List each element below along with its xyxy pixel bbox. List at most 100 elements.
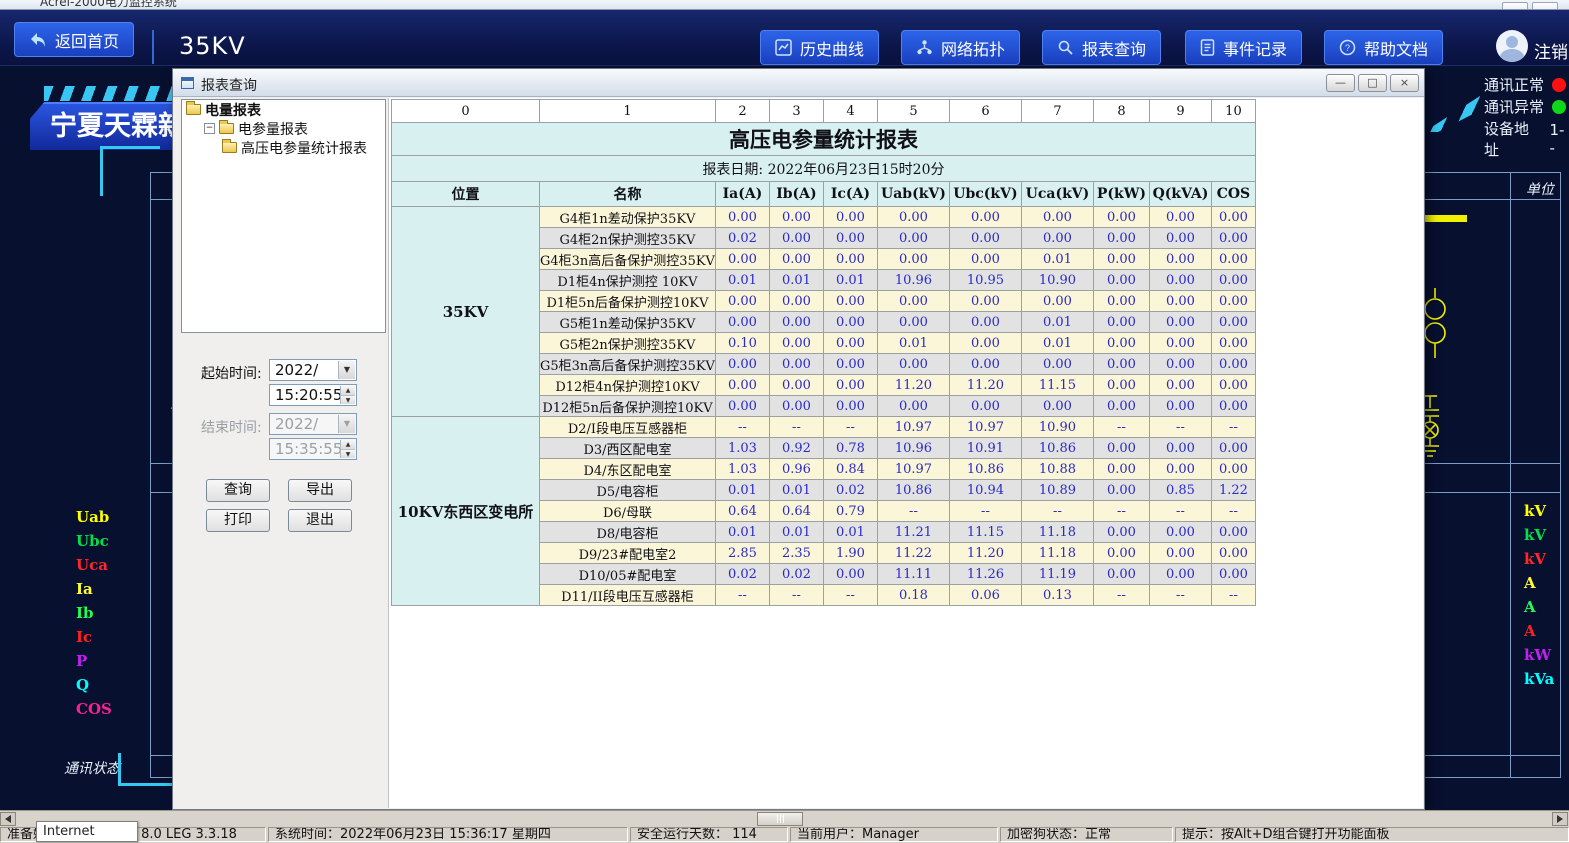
device-name-cell[interactable]: D5/电容柜 — [540, 480, 716, 501]
dialog-titlebar[interactable]: 报表查询 — □ × — [173, 69, 1424, 97]
device-name-cell[interactable]: G4柜2n保护测控35KV — [540, 228, 716, 249]
unit-label: A — [1524, 574, 1536, 592]
query-button[interactable]: 查询 — [206, 479, 270, 502]
unit-label: kV — [1524, 550, 1546, 568]
column-number[interactable]: 2 — [715, 100, 769, 123]
print-button[interactable]: 打印 — [206, 509, 270, 532]
device-name-cell[interactable]: G5柜2n保护测控35KV — [540, 333, 716, 354]
device-name-cell[interactable]: D9/23#配电室2 — [540, 543, 716, 564]
triangle-right-icon — [1557, 815, 1563, 823]
report-query-button[interactable]: 报表查询 — [1042, 30, 1161, 65]
history-curve-button[interactable]: 历史曲线 — [760, 30, 879, 65]
start-time-spinner[interactable]: 15:20:55 ▲▼ — [269, 384, 357, 406]
horizontal-scrollbar[interactable] — [0, 810, 1569, 826]
value-cell: 0.00 — [1093, 207, 1149, 228]
value-cell: 0.00 — [715, 291, 769, 312]
column-number[interactable]: 5 — [877, 100, 949, 123]
tree-expander-icon[interactable]: − — [204, 123, 215, 134]
column-number[interactable]: 3 — [769, 100, 823, 123]
column-header-row: 位置名称Ia(A)Ib(A)Ic(A)Uab(kV)Ubc(kV)Uca(kV)… — [392, 182, 1256, 207]
value-cell: 0.01 — [823, 522, 877, 543]
value-cell: 10.94 — [949, 480, 1021, 501]
spinner-buttons: ▲▼ — [340, 440, 355, 458]
device-name-cell[interactable]: D8/电容柜 — [540, 522, 716, 543]
value-cell: 0.00 — [1093, 249, 1149, 270]
device-name-cell[interactable]: D10/05#配电室 — [540, 564, 716, 585]
value-cell: -- — [949, 501, 1021, 522]
column-number[interactable]: 10 — [1211, 100, 1255, 123]
value-cell: 2.85 — [715, 543, 769, 564]
device-address-label: 设备地址 — [1484, 118, 1541, 160]
help-doc-button[interactable]: ?帮助文档 — [1324, 30, 1443, 65]
device-name-cell[interactable]: G5柜1n差动保护35KV — [540, 312, 716, 333]
value-cell: 0.00 — [1093, 438, 1149, 459]
device-name-cell[interactable]: D12柜4n保护测控10KV — [540, 375, 716, 396]
corner-bracket-bl — [118, 783, 180, 786]
column-number[interactable]: 0 — [392, 100, 540, 123]
value-cell: 0.00 — [1211, 396, 1255, 417]
nav-button-label: 事件记录 — [1223, 36, 1287, 60]
value-cell: 0.00 — [1211, 291, 1255, 312]
back-home-button[interactable]: 返回首页 — [14, 22, 134, 57]
value-cell: 0.00 — [715, 354, 769, 375]
exit-button[interactable]: 退出 — [288, 509, 352, 532]
device-name-cell[interactable]: D3/西区配电室 — [540, 438, 716, 459]
unit-label: kV — [1524, 526, 1546, 544]
tree-item-label: 电参量报表 — [238, 119, 308, 139]
decor-stripes-right — [1424, 96, 1480, 132]
value-cell: 0.00 — [769, 291, 823, 312]
tree-item-level-0[interactable]: 电量报表 — [182, 100, 385, 119]
value-cell: 0.00 — [1093, 291, 1149, 312]
scrollbar-thumb[interactable] — [757, 812, 803, 826]
column-number[interactable]: 9 — [1149, 100, 1211, 123]
scroll-left-button[interactable] — [0, 812, 16, 826]
value-cell: 0.00 — [823, 312, 877, 333]
tree-item-level-2[interactable]: 高压电参量统计报表 — [182, 138, 385, 157]
dialog-maximize-button[interactable]: □ — [1358, 74, 1387, 92]
export-button[interactable]: 导出 — [288, 479, 352, 502]
device-name-cell[interactable]: G5柜3n高后备保护测控35KV — [540, 354, 716, 375]
column-number[interactable]: 8 — [1093, 100, 1149, 123]
signal-label-uca: Uca — [76, 556, 108, 574]
event-record-button[interactable]: 事件记录 — [1185, 30, 1302, 65]
user-avatar-icon[interactable] — [1496, 30, 1528, 62]
column-number[interactable]: 1 — [540, 100, 716, 123]
value-cell: 0.00 — [1149, 354, 1211, 375]
os-minimize-button[interactable] — [1502, 2, 1528, 10]
column-number[interactable]: 6 — [949, 100, 1021, 123]
value-cell: 0.00 — [1149, 228, 1211, 249]
tree-item-level-1[interactable]: − 电参量报表 — [182, 119, 385, 138]
device-name-cell[interactable]: D4/东区配电室 — [540, 459, 716, 480]
dialog-close-button[interactable]: × — [1390, 74, 1419, 92]
value-cell: 0.00 — [1211, 249, 1255, 270]
dialog-minimize-button[interactable]: — — [1326, 74, 1355, 92]
device-name-cell[interactable]: D11/II段电压互感器柜 — [540, 585, 716, 606]
device-name-cell[interactable]: D1柜4n保护测控 10KV — [540, 270, 716, 291]
column-header: Ia(A) — [715, 182, 769, 207]
comm-status-label: 通讯状态 — [64, 758, 120, 778]
start-date-combobox[interactable]: 2022/ 6/23 ▼ — [269, 359, 357, 381]
device-name-cell[interactable]: D6/母联 — [540, 501, 716, 522]
device-name-cell[interactable]: G4柜3n高后备保护测控35KV — [540, 249, 716, 270]
spinner-buttons[interactable]: ▲▼ — [340, 386, 355, 404]
column-number[interactable]: 7 — [1021, 100, 1093, 123]
os-maximize-button[interactable] — [1532, 2, 1558, 10]
logout-button[interactable]: 注销 — [1534, 38, 1568, 63]
folder-icon — [219, 123, 234, 134]
network-topology-button[interactable]: 网络拓扑 — [901, 30, 1020, 65]
value-cell: 0.00 — [1149, 375, 1211, 396]
value-cell: 10.86 — [949, 459, 1021, 480]
value-cell: 0.00 — [823, 396, 877, 417]
value-cell: 0.00 — [823, 228, 877, 249]
device-name-cell[interactable]: D1柜5n后备保护测控10KV — [540, 291, 716, 312]
value-cell: 0.02 — [823, 480, 877, 501]
column-number[interactable]: 4 — [823, 100, 877, 123]
ie-taskbar-item[interactable]: Internet Explorer — [36, 821, 138, 842]
device-name-cell[interactable]: G4柜1n差动保护35KV — [540, 207, 716, 228]
device-name-cell[interactable]: D12柜5n后备保护测控10KV — [540, 396, 716, 417]
nav-button-label: 报表查询 — [1082, 36, 1146, 60]
signal-label-cos: COS — [76, 700, 112, 718]
scroll-right-button[interactable] — [1552, 812, 1568, 826]
device-name-cell[interactable]: D2/I段电压互感器柜 — [540, 417, 716, 438]
chevron-down-icon[interactable]: ▼ — [338, 361, 355, 379]
